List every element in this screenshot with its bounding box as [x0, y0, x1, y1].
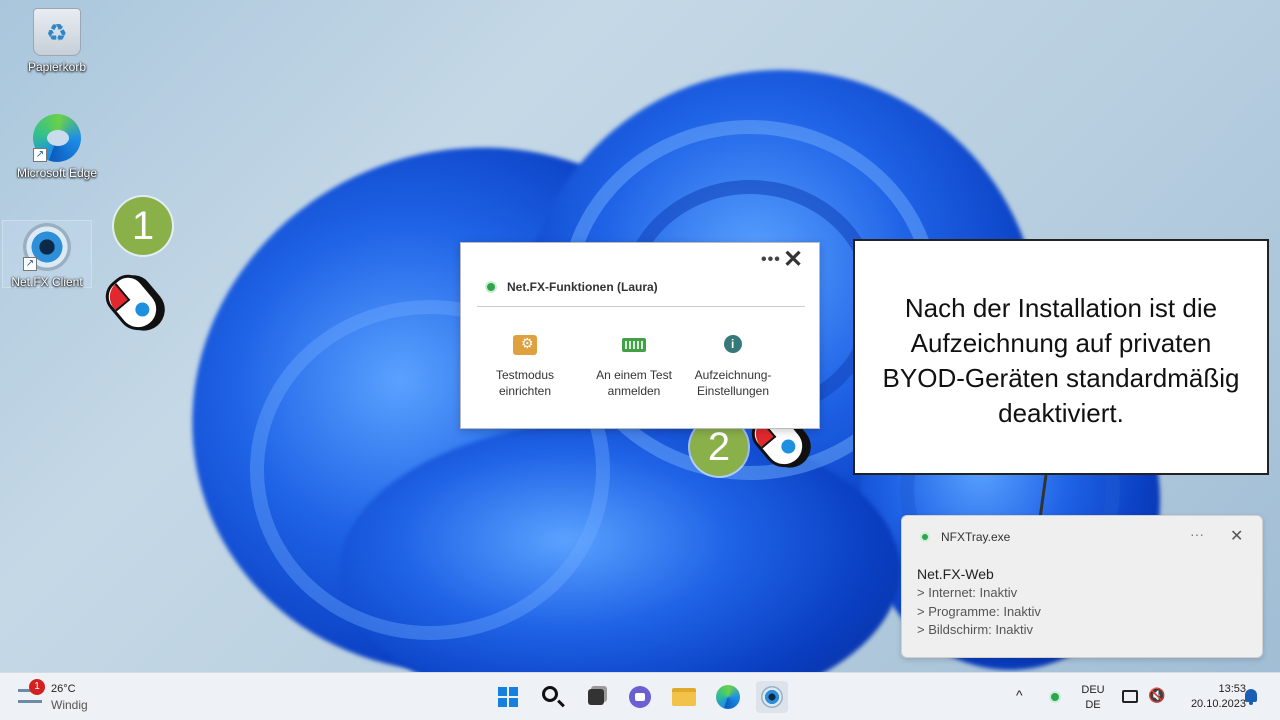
netfx-taskbar-button[interactable] — [756, 681, 788, 713]
task-view-icon — [588, 689, 604, 705]
callout-line: Aufzeichnung auf privaten — [910, 328, 1212, 358]
desktop-icon-label: Net.FX Client — [11, 275, 83, 289]
nfxtray-icon — [920, 532, 930, 542]
network-icon[interactable] — [1122, 690, 1138, 703]
weather-condition: Windig — [51, 698, 88, 712]
toast-close-button[interactable]: ✕ — [1230, 526, 1243, 546]
close-button[interactable]: ✕ — [783, 245, 803, 274]
taskbar: 1 26°C Windig ^ DEU DE 🔇 13:53 20.10.202… — [0, 672, 1280, 720]
notification-toast[interactable]: NFXTray.exe ··· ✕ Net.FX-Web > Internet:… — [901, 515, 1263, 658]
weather-temp: 26°C — [51, 683, 76, 695]
info-callout: Nach der Installation ist die Aufzeichnu… — [853, 239, 1269, 475]
callout-line: BYOD-Geräten standardmäßig — [882, 363, 1240, 393]
info-icon — [724, 335, 742, 353]
desktop-icon-edge[interactable]: ↗ Microsoft Edge — [12, 114, 102, 180]
function-label: einrichten — [498, 384, 552, 398]
chat-icon — [629, 686, 651, 708]
divider — [477, 306, 805, 307]
toast-heading: Net.FX-Web — [917, 566, 994, 582]
callout-line: Nach der Installation ist die — [904, 293, 1218, 323]
shortcut-arrow-icon: ↗ — [33, 148, 47, 162]
clock[interactable]: 13:53 20.10.2023 — [1170, 682, 1246, 712]
mouse-click-icon — [98, 267, 168, 339]
notification-bell-icon[interactable] — [1245, 689, 1257, 705]
toast-line: > Programme: Inaktiv — [917, 604, 1041, 619]
function-label: anmelden — [607, 384, 661, 398]
shortcut-arrow-icon: ↗ — [23, 257, 37, 271]
task-view-button[interactable] — [580, 681, 612, 713]
file-explorer-icon — [672, 688, 696, 706]
callout-line: deaktiviert. — [998, 398, 1124, 428]
function-label: Einstellungen — [696, 384, 770, 398]
edge-taskbar-button[interactable] — [712, 681, 744, 713]
function-label: Aufzeichnung- — [694, 368, 772, 382]
netfx-functions-popup: ••• ✕ Net.FX-Funktionen (Laura) Testmodu… — [460, 242, 820, 429]
more-options-button[interactable]: ••• — [761, 251, 781, 269]
chat-button[interactable] — [624, 681, 656, 713]
recycle-bin-icon — [33, 8, 81, 56]
function-testmodus-einrichten[interactable]: Testmodus einrichten — [475, 335, 575, 399]
keyboard-icon — [622, 338, 646, 352]
popup-title: Net.FX-Funktionen (Laura) — [507, 280, 658, 294]
volume-muted-icon[interactable]: 🔇 — [1148, 687, 1165, 704]
toast-line: > Internet: Inaktiv — [917, 585, 1018, 600]
test-setup-icon — [513, 335, 537, 355]
lang-code: DEU — [1081, 684, 1105, 696]
windows-logo-icon — [498, 687, 518, 707]
weather-widget[interactable]: 1 26°C Windig — [16, 679, 116, 713]
toast-app-name: NFXTray.exe — [941, 530, 1011, 544]
toast-more-button[interactable]: ··· — [1190, 526, 1204, 542]
show-hidden-icons-chevron[interactable]: ^ — [1016, 687, 1023, 703]
desktop-icon-recycle-bin[interactable]: Papierkorb — [12, 8, 102, 74]
clock-date: 20.10.2023 — [1190, 698, 1246, 710]
search-button[interactable] — [536, 681, 568, 713]
edge-icon: ↗ — [33, 114, 81, 162]
desktop-icon-netfx-client[interactable]: ↗ Net.FX Client — [2, 220, 92, 289]
nfxtray-icon[interactable] — [1049, 691, 1061, 703]
clock-time: 13:53 — [1218, 683, 1246, 695]
keyboard-layout: DE — [1085, 699, 1101, 711]
desktop-icon-label: Papierkorb — [27, 60, 87, 74]
file-explorer-button[interactable] — [668, 681, 700, 713]
function-test-anmelden[interactable]: An einem Test anmelden — [584, 335, 684, 399]
toast-line: > Bildschirm: Inaktiv — [917, 622, 1033, 637]
function-aufzeichnung-einstellungen[interactable]: Aufzeichnung- Einstellungen — [683, 335, 783, 399]
function-label: Testmodus — [495, 368, 555, 382]
language-indicator[interactable]: DEU DE — [1078, 683, 1108, 713]
netfx-icon — [761, 686, 783, 708]
edge-icon — [716, 685, 740, 709]
search-icon — [542, 686, 558, 702]
start-button[interactable] — [492, 681, 524, 713]
notification-badge: 1 — [29, 679, 45, 695]
step-badge-1: 1 — [114, 197, 172, 255]
netfx-eye-icon: ↗ — [23, 223, 71, 271]
function-label: An einem Test — [596, 368, 672, 382]
desktop-icon-label: Microsoft Edge — [16, 166, 98, 180]
